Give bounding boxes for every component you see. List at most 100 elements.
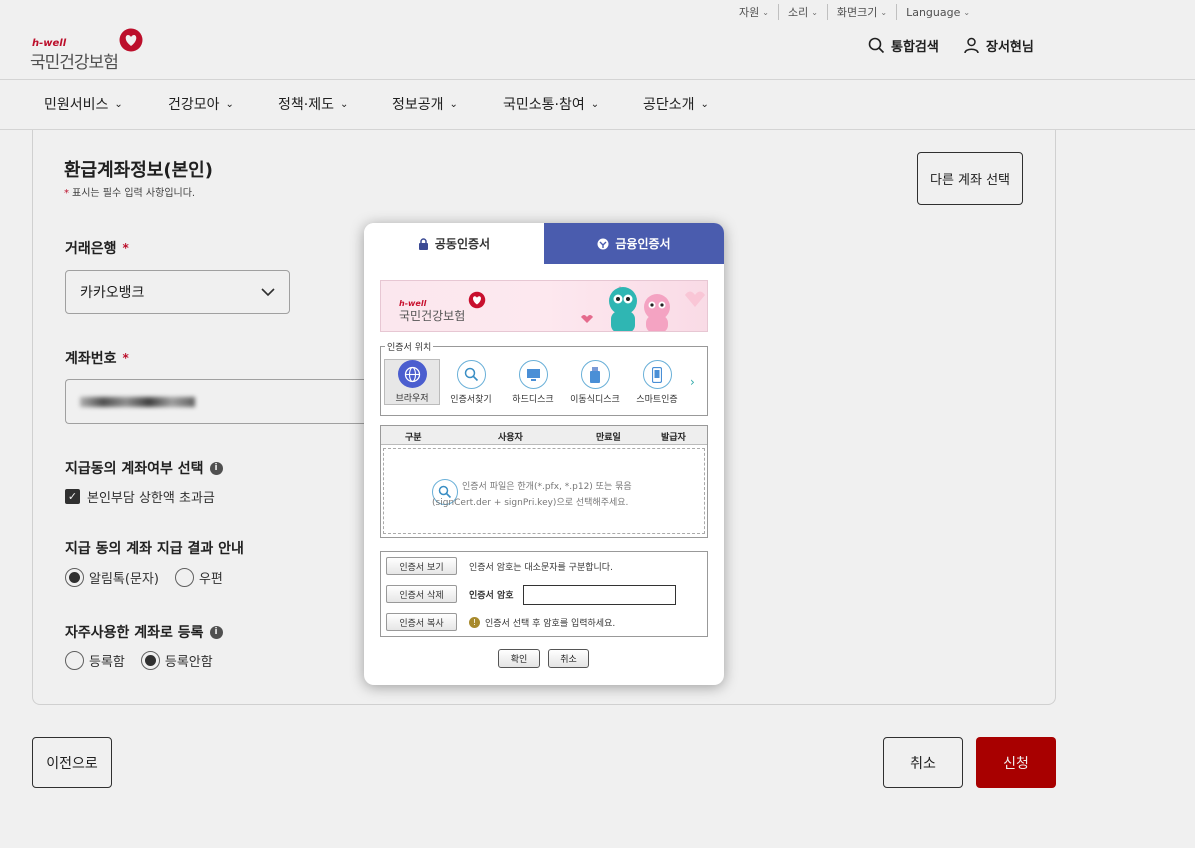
modal-ok-button[interactable]: 확인 [498, 649, 540, 668]
nav-item-info[interactable]: 정보공개 ⌄ [392, 94, 458, 114]
nav-item-communication[interactable]: 국민소통·참여 ⌄ [503, 94, 599, 114]
required-mark: * [64, 188, 69, 199]
nav-item-health[interactable]: 건강모아 ⌄ [168, 94, 234, 114]
site-logo[interactable]: h-well 국민건강보험 [30, 28, 150, 73]
lock-icon [418, 237, 428, 250]
util-resource[interactable]: 자원 ⌄ [730, 4, 779, 20]
notice-label: 지급 동의 계좌 지급 결과 안내 [65, 538, 244, 558]
nav-label: 정책·제도 [278, 97, 334, 113]
header-search-button[interactable]: 통합검색 [868, 36, 939, 55]
nav-item-policy[interactable]: 정책·제도 ⌄ [278, 94, 348, 114]
location-hard-disk[interactable]: 하드디스크 [505, 360, 561, 406]
notice-radio-group: 알림톡(문자) 우편 [65, 568, 239, 587]
certificate-modal: 공동인증서 금융인증서 h-well 국민건강보험 인증서 위치 브라우저 인증… [364, 223, 724, 685]
util-sound[interactable]: 소리 ⌄ [779, 4, 828, 20]
monitor-icon [518, 360, 548, 389]
empty-certificate-message: 인증서 파일은 한개(*.pfx, *.p12) 또는 묶음 (signCert… [432, 479, 632, 511]
password-label: 인증서 암호 [469, 591, 514, 601]
nav-item-about[interactable]: 공단소개 ⌄ [643, 94, 709, 114]
col-user: 사용자 [498, 433, 523, 443]
util-language-label: Language [906, 5, 961, 19]
register-label-text: 자주사용한 계좌로 등록 [65, 625, 204, 641]
payment-choice-label: 지급동의 계좌여부 선택 i [65, 458, 223, 478]
col-type: 구분 [405, 433, 422, 443]
radio-label: 등록안함 [164, 655, 213, 670]
chevron-down-icon: ⌄ [590, 98, 600, 110]
chevron-down-icon [261, 287, 275, 296]
empty-msg-line1: 인증서 파일은 한개(*.pfx, *.p12) 또는 묶음 [462, 482, 632, 492]
heart-logo-icon [468, 291, 486, 309]
info-icon[interactable]: i [209, 461, 223, 475]
required-note: * 표시는 필수 입력 사항입니다. [64, 184, 195, 199]
util-screen-size[interactable]: 화면크기 ⌄ [828, 4, 898, 20]
globe-icon [397, 360, 427, 388]
location-label: 이동식디스크 [570, 395, 620, 405]
util-language[interactable]: Language ⌄ [897, 4, 979, 20]
info-icon[interactable]: i [209, 625, 223, 639]
chevron-down-icon: ⌄ [339, 98, 349, 110]
radio-label: 등록함 [89, 655, 125, 670]
view-certificate-button[interactable]: 인증서 보기 [386, 557, 457, 575]
certificate-table: 구분 사용자 만료일 발급자 인증서 파일은 한개(*.pfx, *.p12) … [380, 425, 708, 538]
required-note-text: 표시는 필수 입력 사항입니다. [72, 188, 196, 199]
certificate-location-box: 인증서 위치 브라우저 인증서찾기 하드디스크 이동식디스크 스마트인증 › [380, 340, 708, 416]
delete-certificate-button[interactable]: 인증서 삭제 [386, 585, 457, 603]
apply-button[interactable]: 신청 [976, 737, 1056, 788]
radio-selected-icon[interactable] [65, 568, 84, 587]
chevron-right-icon[interactable]: › [690, 375, 695, 389]
location-legend: 인증서 위치 [385, 340, 434, 353]
certificate-password-input[interactable] [523, 585, 676, 605]
location-browser[interactable]: 브라우저 [384, 359, 440, 405]
radio-selected-icon[interactable] [140, 651, 160, 670]
notice-option-mail[interactable]: 우편 [174, 568, 223, 587]
location-smart-auth[interactable]: 스마트인증 [629, 360, 685, 406]
cancel-button[interactable]: 취소 [883, 737, 963, 788]
radio-label: 알림톡(문자) [89, 572, 159, 587]
location-label: 하드디스크 [512, 395, 554, 405]
modal-cancel-button[interactable]: 취소 [548, 649, 589, 668]
empty-msg-line2: (signCert.der + signPri.key)으로 선택해주세요. [432, 498, 629, 508]
financial-cert-icon [597, 238, 609, 249]
tab-label: 금융인증서 [615, 237, 671, 251]
certificate-drop-area[interactable]: 인증서 파일은 한개(*.pfx, *.p12) 또는 묶음 (signCert… [383, 448, 705, 534]
nav-label: 건강모아 [168, 97, 220, 113]
certificate-action-box: 인증서 보기 인증서 암호는 대소문자를 구분합니다. 인증서 삭제 인증서 암… [380, 551, 708, 637]
mascot-illustration [581, 286, 705, 331]
header-user-button[interactable]: 장서현님 [963, 36, 1034, 55]
smartphone-icon [642, 360, 672, 389]
register-label: 자주사용한 계좌로 등록 i [65, 622, 223, 642]
register-option-no[interactable]: 등록안함 [140, 651, 213, 670]
other-account-button[interactable]: 다른 계좌 선택 [917, 152, 1023, 205]
location-find-cert[interactable]: 인증서찾기 [443, 360, 499, 406]
cap-excess-label: 본인부담 상한액 초과금 [87, 491, 215, 506]
bank-select[interactable]: 카카오뱅크 [65, 270, 290, 314]
prev-button[interactable]: 이전으로 [32, 737, 112, 788]
banner-name: 국민건강보험 [399, 309, 466, 323]
notice-option-alimtalk[interactable]: 알림톡(문자) [65, 568, 159, 587]
password-hint: ! 인증서 선택 후 암호를 입력하세요. [469, 616, 615, 629]
util-sound-label: 소리 [787, 6, 809, 19]
register-option-yes[interactable]: 등록함 [65, 651, 125, 670]
register-radio-group: 등록함 등록안함 [65, 651, 229, 670]
bank-select-value: 카카오뱅크 [80, 285, 145, 301]
warning-icon: ! [469, 617, 480, 628]
radio-icon[interactable] [65, 651, 84, 670]
account-label: 계좌번호 * [65, 348, 129, 368]
util-screen-size-label: 화면크기 [836, 6, 878, 19]
copy-certificate-button[interactable]: 인증서 복사 [386, 613, 457, 631]
radio-icon[interactable] [174, 568, 194, 587]
tab-joint-certificate[interactable]: 공동인증서 [364, 223, 544, 264]
tab-financial-certificate[interactable]: 금융인증서 [544, 223, 724, 264]
checkbox-checked-icon[interactable]: ✓ [65, 489, 80, 504]
notice-label-text: 지급 동의 계좌 지급 결과 안내 [65, 541, 244, 557]
usb-icon [580, 360, 610, 389]
account-number-field[interactable] [65, 379, 365, 424]
chevron-down-icon: ⌄ [762, 7, 769, 17]
nav-label: 민원서비스 [44, 97, 109, 113]
chevron-down-icon: ⌄ [225, 98, 234, 110]
cap-excess-checkbox-row[interactable]: ✓ 본인부담 상한액 초과금 [65, 487, 215, 506]
col-expiry: 만료일 [596, 433, 621, 443]
nav-item-civil[interactable]: 민원서비스 ⌄ [44, 94, 123, 114]
chevron-down-icon: ⌄ [700, 98, 709, 110]
location-removable-disk[interactable]: 이동식디스크 [567, 360, 623, 406]
